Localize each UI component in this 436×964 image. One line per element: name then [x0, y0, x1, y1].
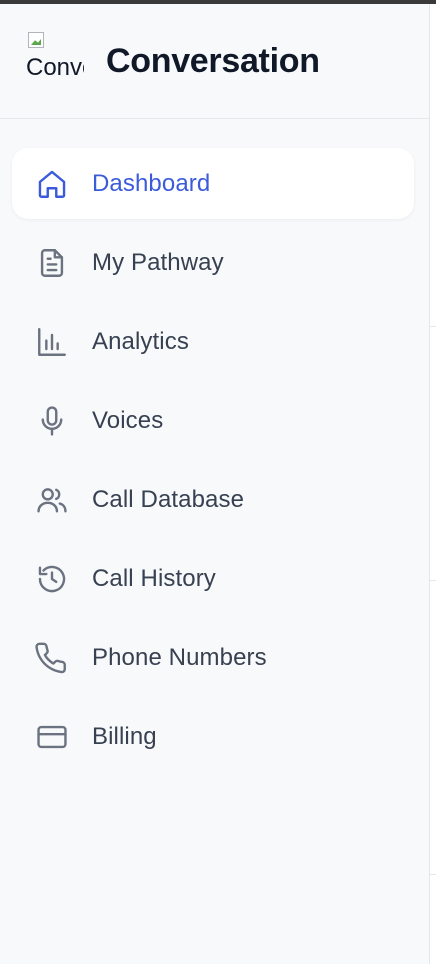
sidebar-item-label: Voices: [92, 406, 164, 434]
sidebar-item-label: Dashboard: [92, 169, 211, 197]
divider: [430, 580, 436, 581]
history-icon: [34, 561, 70, 597]
divider: [430, 874, 436, 875]
sidebar-item-analytics[interactable]: Analytics: [12, 306, 414, 377]
divider: [430, 326, 436, 327]
brand-logo-alt-text: Conversation: [26, 54, 84, 81]
sidebar-item-dashboard[interactable]: Dashboard: [12, 148, 414, 219]
home-icon: [34, 166, 70, 202]
sidebar-item-label: Call Database: [92, 485, 245, 513]
sidebar-brand: Conversation Conversation: [0, 4, 429, 119]
broken-image-icon: [28, 32, 44, 48]
phone-icon: [34, 640, 70, 676]
sidebar-item-call-history[interactable]: Call History: [12, 543, 414, 614]
credit-card-icon: [34, 719, 70, 755]
bar-chart-icon: [34, 324, 70, 360]
main-content-edge: [430, 4, 436, 964]
sidebar-nav: Dashboard My Pathway Analytics Voices Ca: [0, 119, 429, 772]
sidebar-item-label: Billing: [92, 722, 157, 750]
document-icon: [34, 245, 70, 281]
sidebar-item-label: Call History: [92, 564, 216, 592]
brand-logo[interactable]: Conversation: [26, 32, 84, 90]
microphone-icon: [34, 403, 70, 439]
sidebar-item-my-pathway[interactable]: My Pathway: [12, 227, 414, 298]
users-icon: [34, 482, 70, 518]
sidebar-item-label: Phone Numbers: [92, 643, 267, 671]
sidebar-item-phone-numbers[interactable]: Phone Numbers: [12, 622, 414, 693]
sidebar-item-call-database[interactable]: Call Database: [12, 464, 414, 535]
brand-title: Conversation: [106, 41, 320, 80]
sidebar: Conversation Conversation Dashboard My P…: [0, 4, 430, 964]
sidebar-item-label: Analytics: [92, 327, 189, 355]
sidebar-item-billing[interactable]: Billing: [12, 701, 414, 772]
sidebar-item-label: My Pathway: [92, 248, 224, 276]
sidebar-item-voices[interactable]: Voices: [12, 385, 414, 456]
